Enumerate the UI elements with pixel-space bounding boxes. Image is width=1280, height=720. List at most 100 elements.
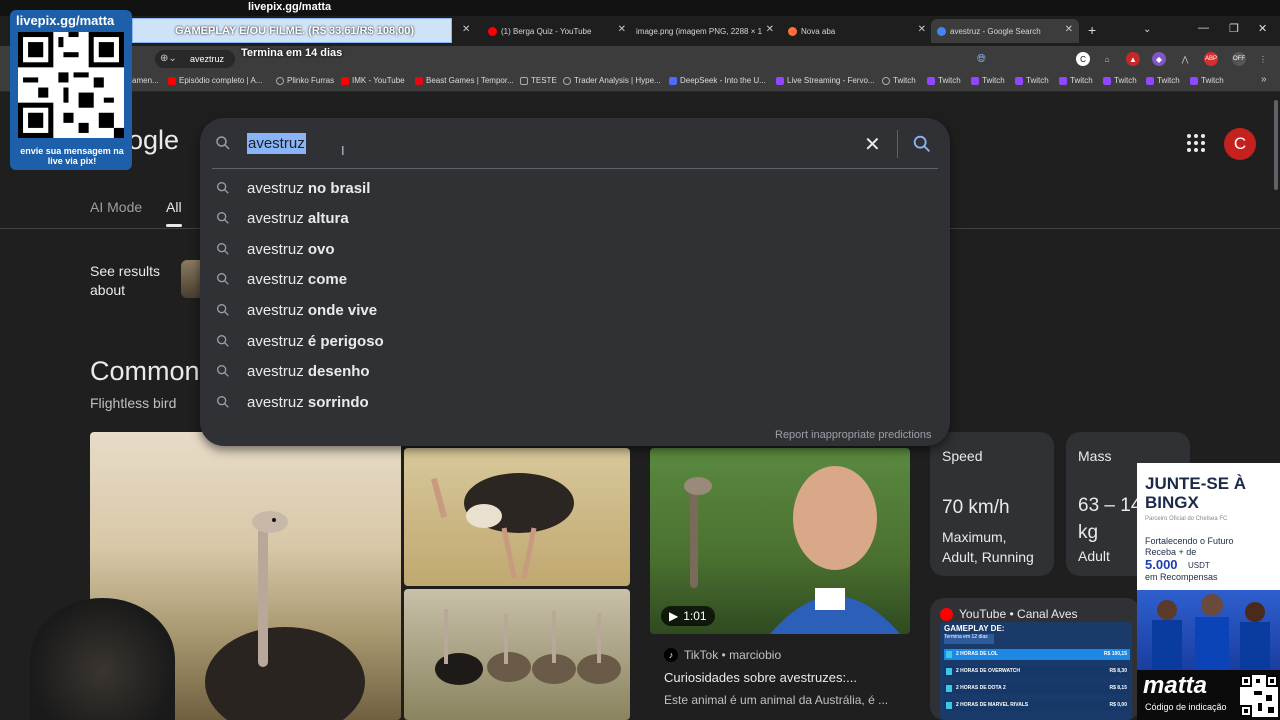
tab-google-search[interactable]: avestruz - Google Search ✕ xyxy=(931,19,1079,43)
tiktok-icon: ♪ xyxy=(664,648,678,662)
bookmark[interactable]: Episódio completo | A... xyxy=(168,76,262,85)
bookmark-label: Episódio completo | A... xyxy=(179,76,263,85)
suggestion-item[interactable]: avestruz come xyxy=(215,264,347,294)
bookmark[interactable]: Twitch xyxy=(882,76,916,85)
extension-icon[interactable]: OFF xyxy=(1232,52,1246,66)
bookmark[interactable]: Twitch xyxy=(1190,76,1224,85)
google-logo[interactable]: ogle xyxy=(128,125,179,156)
fact-desc: Adult xyxy=(1078,548,1110,564)
bookmark[interactable]: Twitch xyxy=(927,76,961,85)
tab-image[interactable]: image.png (imagem PNG, 2288 × 1 ✕ xyxy=(630,19,780,43)
bookmark-label: amen... xyxy=(132,76,159,85)
translate-icon[interactable]: 🌐︎ xyxy=(977,53,986,66)
menu-icon[interactable]: ⋮ xyxy=(1256,52,1270,66)
tab-ai-mode[interactable]: AI Mode xyxy=(90,199,142,215)
search-icon xyxy=(215,302,231,318)
bookmark[interactable]: IMK - YouTube xyxy=(341,76,405,85)
suggestion-item[interactable]: avestruz sorrindo xyxy=(215,387,369,417)
suggestion-base: avestruz xyxy=(247,362,304,380)
tab-youtube[interactable]: (1) Berga Quiz - YouTube ✕ xyxy=(482,19,632,43)
minimize-icon[interactable]: — xyxy=(1198,22,1209,34)
report-predictions-link[interactable]: Report inappropriate predictions xyxy=(775,429,932,441)
clear-search-icon[interactable]: ✕ xyxy=(864,132,881,157)
bookmark-label: Twitch xyxy=(1026,76,1049,85)
video-title[interactable]: Curiosidades sobre avestruzes:... xyxy=(664,670,857,685)
search-input[interactable]: avestruz xyxy=(247,133,306,154)
suggestion-base: avestruz xyxy=(247,179,304,197)
see-results-about[interactable]: See results about xyxy=(90,262,175,300)
bookmark[interactable]: Twitch xyxy=(971,76,1005,85)
close-icon[interactable]: ✕ xyxy=(462,24,470,35)
suggestion-item[interactable]: avestruz desenho xyxy=(215,356,370,386)
bookmark[interactable]: Twitch xyxy=(1103,76,1137,85)
plus-icon[interactable]: + xyxy=(1088,22,1096,38)
suggestion-item[interactable]: avestruz altura xyxy=(215,203,349,233)
extension-icon[interactable]: ◆ xyxy=(1152,52,1166,66)
tab-nova-aba[interactable]: Nova aba ✕ xyxy=(782,19,932,43)
suggestion-item[interactable]: avestruz no brasil xyxy=(215,173,370,203)
tab-label: image.png (imagem PNG, 2288 × 1 xyxy=(636,26,763,36)
livepix-caption: envie sua mensagem na live via pix! xyxy=(20,146,124,166)
search-submit-icon[interactable] xyxy=(911,133,933,155)
suggestion-base: avestruz xyxy=(247,301,304,319)
suggestion-item[interactable]: avestruz é perigoso xyxy=(215,326,384,356)
gameplay-row-label: 2 HORAS DE OVERWATCH xyxy=(956,668,1020,674)
bookmark[interactable]: Trader Analysis | Hype... xyxy=(563,76,661,85)
globe-icon xyxy=(276,76,284,85)
bookmark-label: DeepSeek - Into the U... xyxy=(680,76,766,85)
bookmark[interactable]: Beast Games | Tempor... xyxy=(415,76,514,85)
livepix-url: livepix.gg/matta xyxy=(16,13,115,28)
gameplay-row-marker xyxy=(946,651,952,658)
search-icon xyxy=(215,210,231,226)
suggestion-item[interactable]: avestruz onde vive xyxy=(215,295,377,325)
gameplay-panel-title: GAMEPLAY DE: xyxy=(944,624,1005,633)
folder-icon xyxy=(520,76,528,85)
ostrich-image-3[interactable] xyxy=(404,589,630,720)
adblock-icon[interactable]: ABP xyxy=(1204,52,1218,66)
search-divider xyxy=(897,130,898,158)
puzzle-icon[interactable]: ⌂ xyxy=(1100,52,1114,66)
bookmark[interactable]: Twitch xyxy=(1146,76,1180,85)
bookmark[interactable]: Twitch xyxy=(1059,76,1093,85)
close-icon[interactable]: ✕ xyxy=(918,24,926,35)
close-icon[interactable]: ✕ xyxy=(1065,24,1073,35)
chevron-down-icon[interactable]: ⌄ xyxy=(1143,24,1151,35)
bingx-title: JUNTE-SE À BINGX xyxy=(1145,474,1247,512)
gameplay-row-label: 2 HORAS DE DOTA 2 xyxy=(956,685,1006,691)
close-icon[interactable]: ✕ xyxy=(766,24,774,35)
suggestion-completion: desenho xyxy=(307,362,370,380)
avatar[interactable]: C xyxy=(1224,128,1256,160)
apps-grid-icon[interactable] xyxy=(1187,134,1205,152)
extension-icon[interactable]: C xyxy=(1076,52,1090,66)
bookmark[interactable]: amen... xyxy=(132,76,159,85)
bookmark-folder[interactable]: TESTE xyxy=(520,76,557,85)
maximize-icon[interactable]: ❐ xyxy=(1229,22,1239,35)
extension-icon[interactable]: ⋀ xyxy=(1178,52,1192,66)
tab-all[interactable]: All xyxy=(166,199,182,215)
gameplay-row-marker xyxy=(946,668,952,675)
bookmark[interactable]: Live Streaming - Fervo... xyxy=(776,76,875,85)
gameplay-row: 2 HORAS DE MARVEL RIVALS R$ 0,00 xyxy=(944,700,1130,711)
bookmark-label: TESTE xyxy=(531,76,557,85)
twitch-icon xyxy=(1146,76,1154,85)
bingx-line2: Receba + de xyxy=(1145,547,1197,557)
site-info-icon[interactable]: ⊕⌄ xyxy=(160,53,177,64)
ostrich-image-2[interactable] xyxy=(404,448,630,586)
close-icon[interactable]: ✕ xyxy=(618,24,626,35)
bookmark[interactable]: Twitch xyxy=(1015,76,1049,85)
page-scrollbar[interactable] xyxy=(1274,100,1278,190)
bookmark[interactable]: DeepSeek - Into the U... xyxy=(669,76,766,85)
gameplay-row-marker xyxy=(946,702,952,709)
gameplay-row-value: R$ 8,30 xyxy=(1109,668,1127,674)
bookmark[interactable]: Plinko Furras xyxy=(276,76,334,85)
extension-icon[interactable]: ▲ xyxy=(1126,52,1140,66)
suggestion-item[interactable]: avestruz ovo xyxy=(215,234,335,264)
qr-code-pattern xyxy=(1240,675,1278,717)
address-text[interactable]: aveztruz xyxy=(190,54,224,64)
chevron-right-icon[interactable]: » xyxy=(1261,74,1267,85)
close-window-icon[interactable]: ✕ xyxy=(1258,22,1267,35)
stream-top-label: livepix.gg/matta xyxy=(248,1,332,13)
search-separator xyxy=(212,168,938,169)
search-icon xyxy=(215,363,231,379)
bingx-line3: em Recompensas xyxy=(1145,572,1218,582)
